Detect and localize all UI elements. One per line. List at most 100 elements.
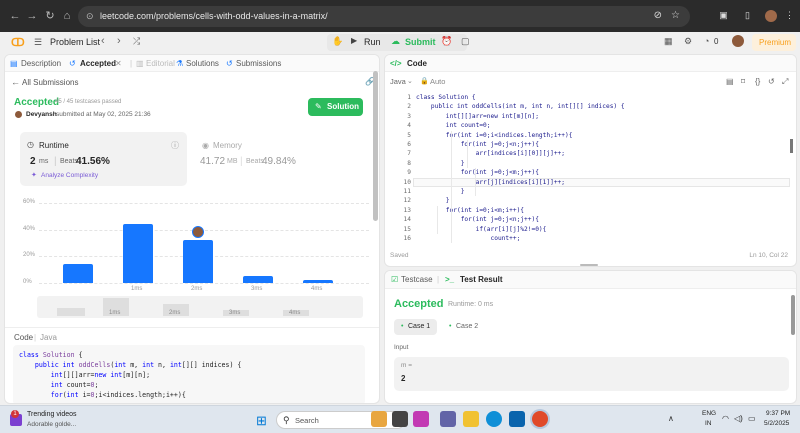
settings-icon[interactable]: ⚙	[684, 36, 692, 47]
tab-editorial-separator: |	[130, 59, 133, 68]
bar-4ms[interactable]	[303, 280, 333, 283]
reset-icon[interactable]: ↺	[768, 77, 775, 86]
extensions-icon[interactable]: ▣	[718, 10, 729, 21]
problem-list-link[interactable]: Problem List	[50, 37, 100, 47]
volume-icon[interactable]: ◁)	[734, 414, 743, 423]
coins-icon[interactable]: ◔	[704, 36, 709, 46]
result-scrollbar[interactable]	[791, 295, 795, 335]
chevron-up-icon[interactable]: ∧	[668, 414, 674, 423]
shuffle-icon[interactable]: ⤮	[133, 36, 140, 47]
line-number: 14	[403, 216, 411, 224]
note-icon[interactable]: ▢	[461, 36, 470, 47]
tab-testcase[interactable]: Testcase	[401, 275, 433, 284]
teams-icon[interactable]	[440, 411, 456, 427]
submitter-name[interactable]: Devyansh	[26, 111, 57, 118]
case-2-tab[interactable]: Case 2	[456, 323, 478, 330]
notes-icon[interactable]: ▤	[726, 77, 734, 86]
info-icon[interactable]: ⓘ	[171, 140, 179, 151]
my-submission-avatar	[192, 226, 204, 239]
code-line: int[][]arr=new int[m][n];	[50, 371, 151, 379]
left-scrollbar[interactable]	[373, 71, 378, 221]
case-1-label: Case 1	[408, 323, 431, 330]
language-select[interactable]: Java	[390, 77, 406, 86]
run-button[interactable]: Run	[364, 37, 381, 47]
editor-panel: </> Code Java ⌄ 🔒 Auto ▤ ⌑ {} ↺ ⤢ 1 class…	[384, 54, 797, 267]
tab-accepted[interactable]: Accepted	[80, 59, 116, 68]
divider	[5, 327, 379, 328]
battery-icon[interactable]: ▭	[748, 414, 756, 423]
user-avatar[interactable]	[732, 35, 744, 47]
tab-description[interactable]: Description	[21, 59, 61, 68]
premium-button[interactable]: Premium	[752, 34, 796, 51]
debug-icon[interactable]: ✋	[332, 36, 343, 47]
language-indicator[interactable]: ENG	[702, 410, 716, 417]
bookmark-icon[interactable]: ⌑	[741, 77, 745, 86]
wifi-icon[interactable]: ◠	[722, 414, 729, 423]
close-tab-icon[interactable]: ✕	[115, 59, 122, 68]
reload-icon[interactable]: ↻	[43, 9, 57, 23]
search-icon: ⚲	[283, 415, 290, 425]
task-view-icon[interactable]	[392, 411, 408, 427]
sidebar-icon[interactable]: ▯	[742, 10, 753, 21]
windows-start-icon[interactable]: ⊞	[256, 413, 267, 429]
solution-button[interactable]: ✎ Solution	[308, 98, 363, 116]
chevron-down-icon[interactable]: ⌄	[407, 77, 413, 85]
analyze-complexity-link[interactable]: Analyze Complexity	[41, 172, 98, 179]
prev-problem-icon[interactable]: ‹	[101, 35, 105, 47]
bar-3ms[interactable]	[243, 276, 273, 283]
accepted-status: Accepted	[14, 97, 60, 108]
line-number: 4	[407, 122, 411, 130]
line-number: 11	[403, 188, 411, 195]
input-label: Input	[394, 344, 409, 351]
leetcode-logo-icon[interactable]: ↀ	[11, 36, 25, 49]
case-1-tab[interactable]: • Case 1	[394, 319, 437, 335]
taskbar: 1 Trending videos Adorable golde... ⊞ ⚲ …	[0, 405, 800, 433]
outlook-icon[interactable]	[509, 411, 525, 427]
code-editor[interactable]: 1 class Solution {2 public int oddCells(i…	[385, 93, 790, 247]
tab-solutions[interactable]: Solutions	[186, 59, 219, 68]
edge-icon[interactable]	[486, 411, 502, 427]
all-submissions-link[interactable]: All Submissions	[22, 78, 78, 87]
bar-1ms[interactable]	[123, 224, 153, 283]
clock-time[interactable]: 9:37 PM	[766, 410, 790, 417]
expand-icon[interactable]: ⤢	[782, 77, 788, 87]
tab-submissions[interactable]: Submissions	[236, 59, 281, 68]
alarm-icon[interactable]: ⏰	[441, 36, 452, 47]
address-bar[interactable]: ⊙ leetcode.com/problems/cells-with-odd-v…	[78, 6, 690, 27]
submit-button[interactable]: Submit	[405, 37, 436, 47]
copilot-icon[interactable]	[371, 411, 387, 427]
editor-line: for(int j=0;j<n;j++){	[416, 216, 539, 224]
back-arrow-icon[interactable]: ←	[11, 77, 20, 87]
copilot-app-icon[interactable]	[413, 411, 429, 427]
code-title: Code	[14, 333, 34, 342]
file-explorer-icon[interactable]	[463, 411, 479, 427]
bar-2ms[interactable]	[183, 240, 213, 283]
home-icon[interactable]: ⌂	[60, 9, 74, 23]
runtime-card[interactable]: ◷ Runtime ⓘ 2 ms | Beats 41.56% ✦ Analyz…	[20, 132, 187, 186]
tab-code[interactable]: Code	[407, 59, 427, 68]
format-icon[interactable]: {}	[755, 77, 760, 86]
star-icon[interactable]: ☆	[671, 10, 680, 21]
auto-mode[interactable]: Auto	[430, 77, 445, 86]
menu-icon[interactable]: ⋮	[784, 10, 795, 21]
runtime-distribution-chart[interactable]: 60% 40% 20% 0% 1ms 2ms 3ms 4ms	[13, 191, 369, 347]
tab-editorial[interactable]: Editorial	[146, 59, 175, 68]
submitted-code[interactable]: class Solution { public int oddCells(int…	[13, 345, 365, 403]
bar-0ms[interactable]	[63, 264, 93, 283]
site-info-icon[interactable]: ⊙	[86, 11, 94, 22]
profile-avatar[interactable]	[765, 10, 777, 22]
submitter-avatar	[15, 111, 22, 118]
range-slider[interactable]: 1ms 2ms 3ms 4ms	[37, 296, 363, 318]
forward-icon[interactable]: →	[25, 9, 39, 23]
chrome-icon[interactable]	[532, 411, 548, 427]
layout-icon[interactable]: ▦	[664, 36, 673, 47]
next-problem-icon[interactable]: ›	[117, 35, 121, 47]
memory-divider: |	[240, 156, 243, 167]
widget-title[interactable]: Trending videos	[27, 411, 77, 418]
resize-handle[interactable]	[580, 264, 598, 266]
eye-off-icon[interactable]: ⊘	[654, 10, 662, 21]
tab-test-result[interactable]: Test Result	[460, 275, 503, 284]
back-icon[interactable]: ←	[8, 9, 22, 23]
editor-scrollbar[interactable]	[790, 139, 793, 153]
mini-axis-label: 2ms	[169, 310, 181, 316]
